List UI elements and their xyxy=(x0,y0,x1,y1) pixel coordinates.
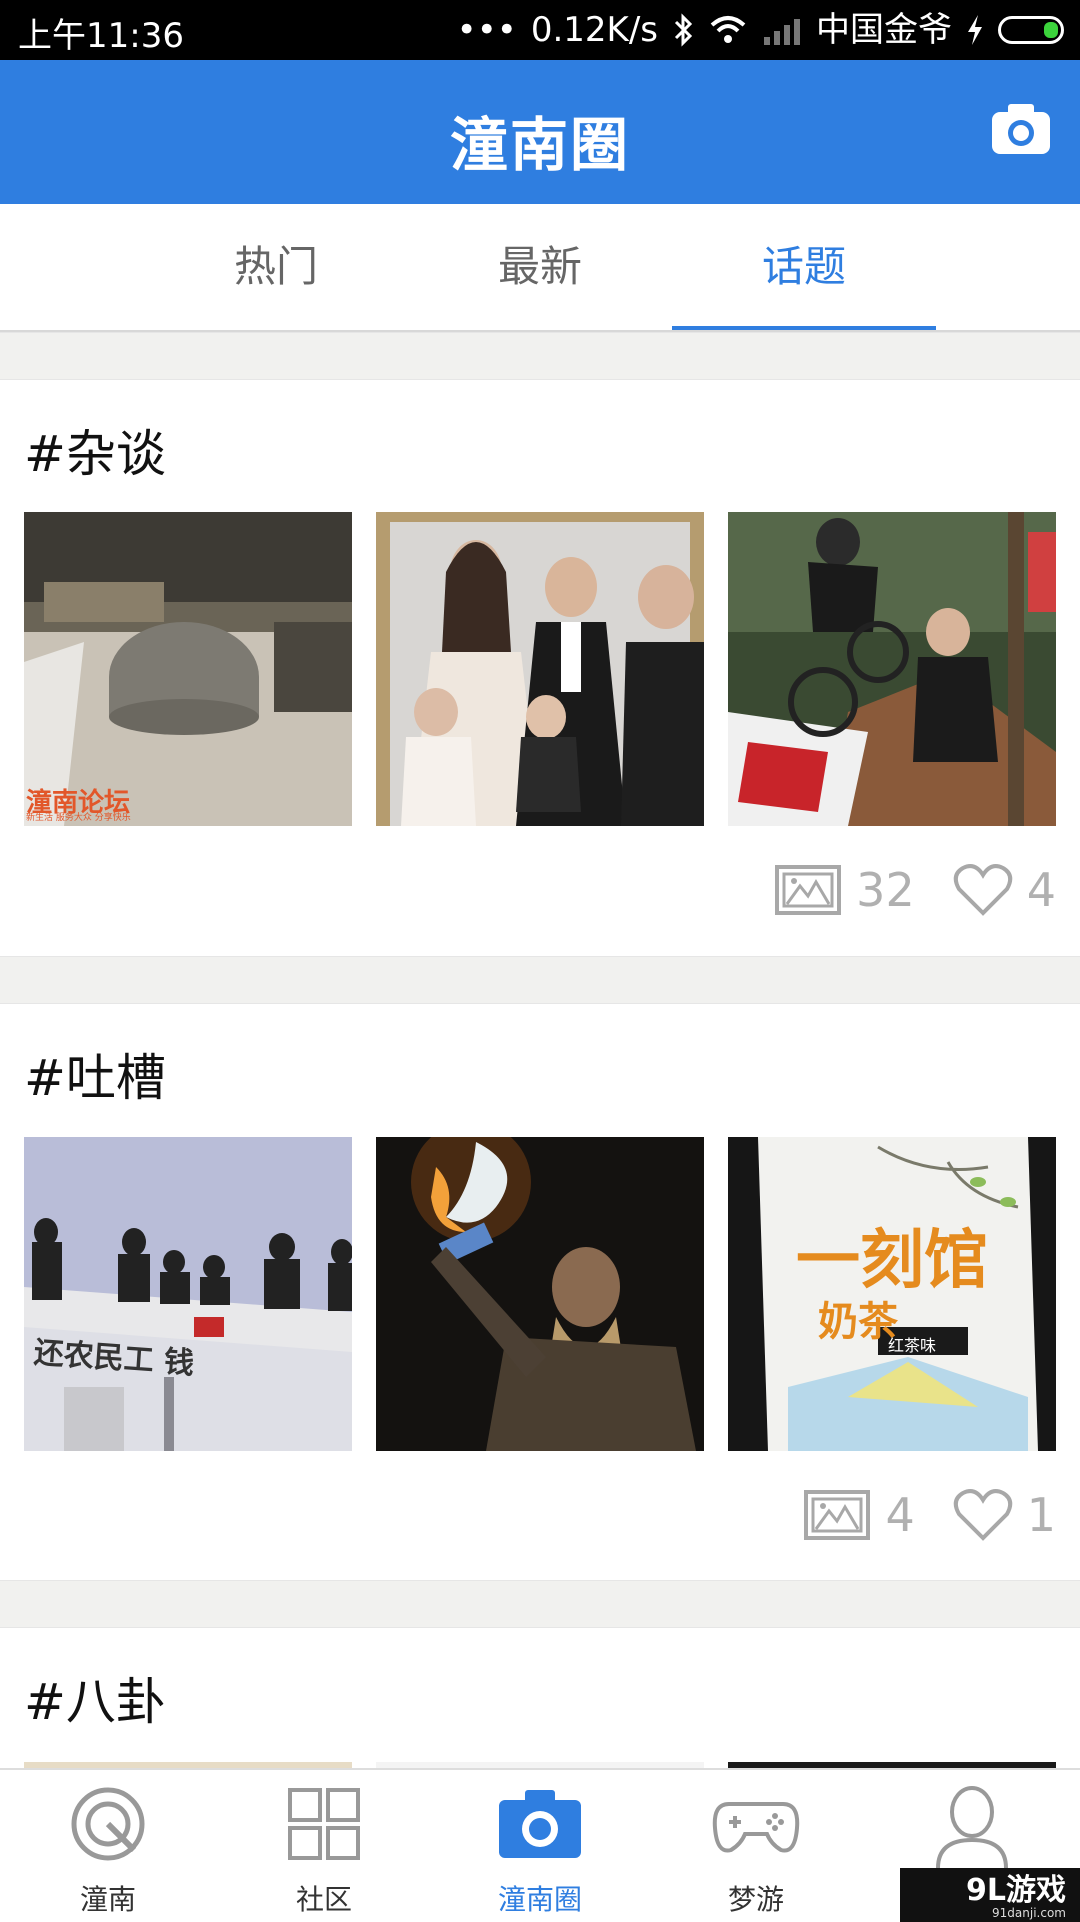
topic-card[interactable]: #杂谈 潼南论坛 新生活 服务大众 分享快乐 32 4 xyxy=(0,380,1080,954)
topic-thumbnail[interactable]: 一刻馆 奶茶 红茶味 xyxy=(728,1137,1056,1451)
tea-brand-text: 一刻馆 xyxy=(796,1224,988,1298)
topic-stats: 32 4 xyxy=(774,860,1056,920)
like-count: 4 xyxy=(1026,863,1056,917)
tab-bar: 热门 最新 话题 xyxy=(0,204,1080,332)
tab-hot-label: 热门 xyxy=(233,242,318,291)
section-divider xyxy=(0,956,1080,1004)
status-right: ••• 0.12K/s 中国金爷 xyxy=(457,8,1064,52)
tab-latest[interactable]: 最新 xyxy=(408,204,672,330)
charging-icon xyxy=(968,15,982,45)
signal-icon xyxy=(764,19,800,45)
nav-item-mengyou[interactable]: 梦游 xyxy=(648,1770,864,1922)
tab-latest-label: 最新 xyxy=(497,242,582,291)
network-speed: 0.12K/s xyxy=(530,10,658,50)
thumb-bike-jump-image xyxy=(728,512,1056,826)
image-count-icon xyxy=(804,1490,871,1540)
topic-title[interactable]: #杂谈 xyxy=(24,414,166,486)
thumb-warrior-torch-image xyxy=(376,1137,704,1451)
thumb-subcaption: 新生活 服务大众 分享快乐 xyxy=(26,813,131,823)
image-count-icon xyxy=(775,865,842,915)
title-bar: 潼南圈 xyxy=(0,60,1080,204)
like-count: 1 xyxy=(1026,1488,1056,1542)
camera-icon xyxy=(499,1790,581,1858)
tea-flavor-text: 红茶味 xyxy=(888,1336,937,1355)
topic-thumbnail[interactable] xyxy=(728,512,1056,826)
nav-item-tongnan[interactable]: 潼南 xyxy=(0,1770,216,1922)
topic-thumbnail[interactable] xyxy=(376,1137,704,1451)
tab-active-indicator xyxy=(672,326,936,330)
heart-icon[interactable] xyxy=(953,863,1013,917)
tongnan-icon xyxy=(71,1787,145,1861)
section-divider xyxy=(0,1580,1080,1628)
nav-item-community[interactable]: 社区 xyxy=(216,1770,432,1922)
wifi-icon xyxy=(710,16,746,43)
tab-hot[interactable]: 热门 xyxy=(144,204,408,330)
image-count: 4 xyxy=(885,1488,915,1542)
topic-thumbnail[interactable]: 还农民工 钱 xyxy=(24,1137,352,1451)
bluetooth-icon xyxy=(674,13,693,47)
page-title: 潼南圈 xyxy=(449,111,630,179)
image-count: 32 xyxy=(856,863,915,917)
nav-label: 梦游 xyxy=(727,1883,784,1916)
tea-product-text: 奶茶 xyxy=(818,1299,898,1345)
nav-item-tongnan-circle[interactable]: 潼南圈 xyxy=(432,1770,648,1922)
site-watermark: 9L游戏 91danji.com xyxy=(900,1868,1080,1922)
camera-icon[interactable] xyxy=(990,100,1052,156)
bottom-nav: 潼南 社区 潼南圈 梦游 9L游戏 91danji.com xyxy=(0,1768,1080,1922)
nav-label: 社区 xyxy=(295,1883,352,1916)
nav-label: 潼南圈 xyxy=(497,1883,582,1916)
grid-icon xyxy=(288,1788,360,1860)
topic-card[interactable]: #八卦 xyxy=(0,1628,1080,1768)
user-icon xyxy=(936,1786,1008,1868)
status-dots: ••• xyxy=(456,10,517,50)
battery-icon xyxy=(998,16,1064,44)
nav-label: 潼南 xyxy=(79,1883,136,1916)
status-time: 上午11:36 xyxy=(18,16,184,56)
carrier-name: 中国金爷 xyxy=(816,10,952,50)
gamepad-icon xyxy=(712,1802,800,1853)
tab-topics[interactable]: 话题 xyxy=(672,204,936,330)
topic-card[interactable]: #吐槽 还农民工 钱 一刻馆 奶茶 红茶味 4 1 xyxy=(0,1004,1080,1578)
topic-stats: 4 1 xyxy=(803,1485,1056,1545)
topic-thumbnail[interactable]: 潼南论坛 新生活 服务大众 分享快乐 xyxy=(24,512,352,826)
topic-title[interactable]: #八卦 xyxy=(24,1662,166,1734)
heart-icon[interactable] xyxy=(953,1488,1013,1542)
thumb-car-stone-image xyxy=(24,512,352,826)
section-divider xyxy=(0,332,1080,380)
watermark-brand: 9L游戏 xyxy=(966,1873,1066,1908)
thumb-workers-roof-image xyxy=(24,1137,352,1451)
topic-title[interactable]: #吐槽 xyxy=(24,1038,166,1110)
status-bar: 上午11:36 ••• 0.12K/s 中国金爷 xyxy=(0,0,1080,60)
tab-topics-label: 话题 xyxy=(761,242,846,291)
thumb-family-portrait-image xyxy=(376,512,704,826)
watermark-site: 91danji.com xyxy=(992,1906,1066,1920)
topic-thumbnail[interactable] xyxy=(376,512,704,826)
